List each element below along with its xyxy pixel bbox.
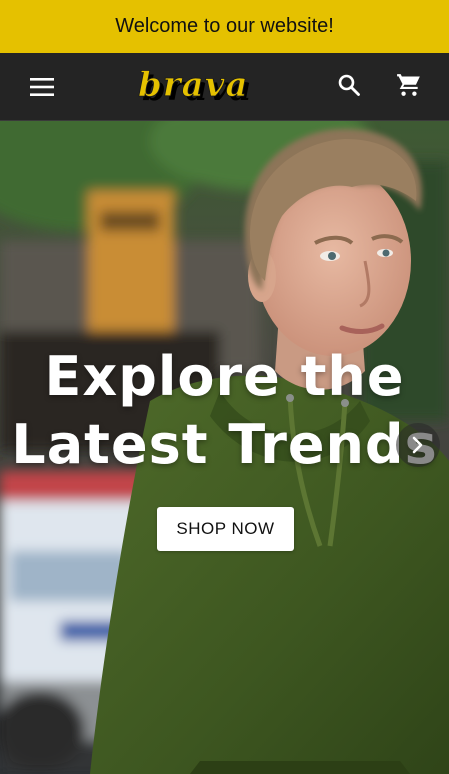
shop-now-button[interactable]: SHOP NOW bbox=[157, 507, 294, 551]
hero-title-line1: Explore the bbox=[44, 345, 405, 408]
cart-button[interactable] bbox=[392, 69, 426, 101]
hero-title-line2: Latest Trends bbox=[11, 413, 438, 476]
logo-text: brava bbox=[138, 65, 249, 105]
search-icon bbox=[338, 74, 360, 96]
carousel-next-button[interactable] bbox=[396, 423, 440, 467]
chevron-right-icon bbox=[412, 436, 423, 454]
menu-button[interactable] bbox=[24, 73, 60, 101]
page: Welcome to our website! brava brava Expl… bbox=[0, 0, 449, 774]
hamburger-menu-icon bbox=[30, 78, 54, 96]
search-button[interactable] bbox=[333, 69, 365, 101]
hero-title: Explore the Latest Trends bbox=[0, 343, 449, 479]
hero-banner: Explore the Latest Trends SHOP NOW bbox=[0, 121, 449, 774]
site-header: brava brava bbox=[0, 53, 449, 121]
announcement-bar: Welcome to our website! bbox=[0, 0, 449, 53]
brand-logo[interactable]: brava brava bbox=[136, 63, 254, 111]
shopping-cart-icon bbox=[397, 74, 420, 96]
announcement-text: Welcome to our website! bbox=[115, 15, 334, 37]
